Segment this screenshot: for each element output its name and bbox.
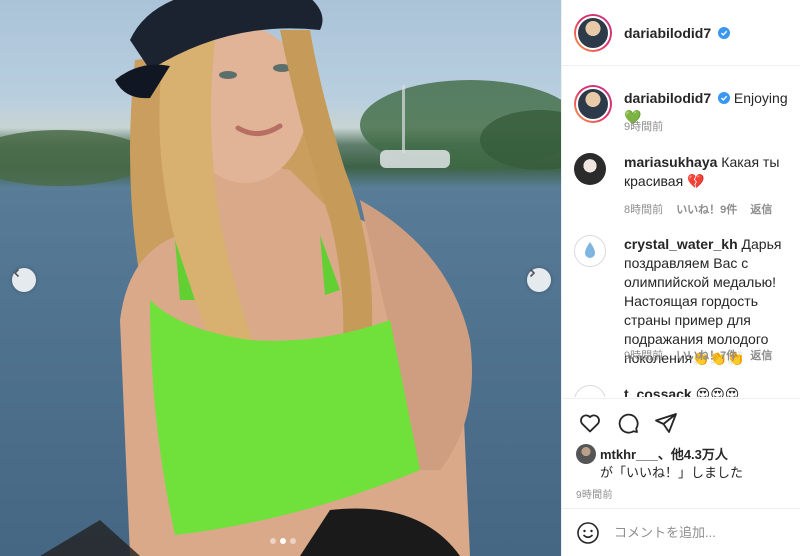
add-comment-bar: [562, 508, 800, 556]
comment-text: mariasukhaya Какая ты красивая 💔: [624, 153, 800, 191]
liker-avatar[interactable]: [576, 444, 596, 464]
smile-icon[interactable]: [576, 521, 600, 545]
carousel-dot: [270, 538, 276, 544]
commenter-username[interactable]: crystal_water_kh: [624, 236, 738, 252]
comment-like-count[interactable]: いいね！7件: [676, 350, 737, 362]
author-username[interactable]: dariabilodid7: [624, 25, 731, 41]
comment-item: crystal_water_kh Дарья поздравляем Вас с…: [574, 233, 800, 366]
caption-item: dariabilodid7 Enjoying💚 9時間前: [574, 85, 800, 145]
reply-button[interactable]: 返信: [750, 350, 772, 362]
caption-username[interactable]: dariabilodid7: [624, 90, 711, 106]
author-username-text[interactable]: dariabilodid7: [624, 25, 711, 41]
commenter-avatar[interactable]: [574, 385, 606, 397]
likes-summary: mtkhr___、他4.3万人 が「いいね！」しました: [576, 444, 800, 482]
commenter-username[interactable]: mariasukhaya: [624, 154, 717, 170]
verified-icon: [718, 26, 731, 39]
carousel-dot: [290, 538, 296, 544]
post-header: dariabilodid7: [562, 0, 800, 66]
likes-suffix: が「いいね！」しました: [600, 465, 744, 480]
comment-list: dariabilodid7 Enjoying💚 9時間前 mariasukhay…: [562, 67, 800, 397]
commenter-avatar[interactable]: [574, 235, 606, 267]
comment-like-count[interactable]: いいね！9件: [676, 204, 737, 216]
author-avatar[interactable]: [574, 13, 612, 52]
chevron-left-icon: [13, 268, 20, 278]
comment-time[interactable]: 9時間前: [624, 350, 663, 362]
commenter-avatar[interactable]: [574, 153, 606, 185]
carousel-dot-active: [280, 538, 286, 544]
comment-meta: 8時間前 いいね！9件 返信: [624, 201, 782, 217]
comment-item: t_cossack 😍😍😍: [574, 383, 800, 397]
comment-text: t_cossack 😍😍😍: [624, 385, 800, 397]
chevron-right-icon: [529, 268, 536, 278]
caption-meta: 9時間前: [624, 118, 673, 134]
caption-time[interactable]: 9時間前: [624, 121, 663, 133]
reply-button[interactable]: 返信: [750, 204, 772, 216]
author-avatar[interactable]: [574, 85, 612, 123]
carousel-indicator: [270, 538, 296, 544]
comment-meta: 9時間前 いいね！7件 返信: [624, 347, 782, 363]
comment-item: mariasukhaya Какая ты красивая 💔 8時間前 いい…: [574, 151, 800, 221]
next-photo-button[interactable]: [527, 268, 551, 292]
prev-photo-button[interactable]: [12, 268, 36, 292]
share-icon[interactable]: [654, 411, 678, 435]
heart-icon[interactable]: [578, 411, 602, 435]
comment-icon[interactable]: [616, 411, 640, 435]
comment-input[interactable]: [614, 525, 794, 540]
commenter-username[interactable]: t_cossack: [624, 386, 692, 397]
likes-count[interactable]: 、他4.3万人: [658, 447, 728, 462]
photo-illustration: [0, 0, 561, 556]
comment-body: 😍😍😍: [695, 386, 740, 397]
action-icon-row: [578, 411, 678, 435]
liker-username[interactable]: mtkhr___: [600, 447, 658, 462]
comment-time[interactable]: 8時間前: [624, 204, 663, 216]
post-timestamp[interactable]: 9時間前: [576, 486, 613, 501]
verified-icon: [718, 92, 731, 104]
post-sidebar: dariabilodid7 dariabilodid7 Enjoying💚 9時…: [561, 0, 800, 556]
water-drop-icon: [585, 242, 595, 258]
post-photo: [0, 0, 561, 556]
